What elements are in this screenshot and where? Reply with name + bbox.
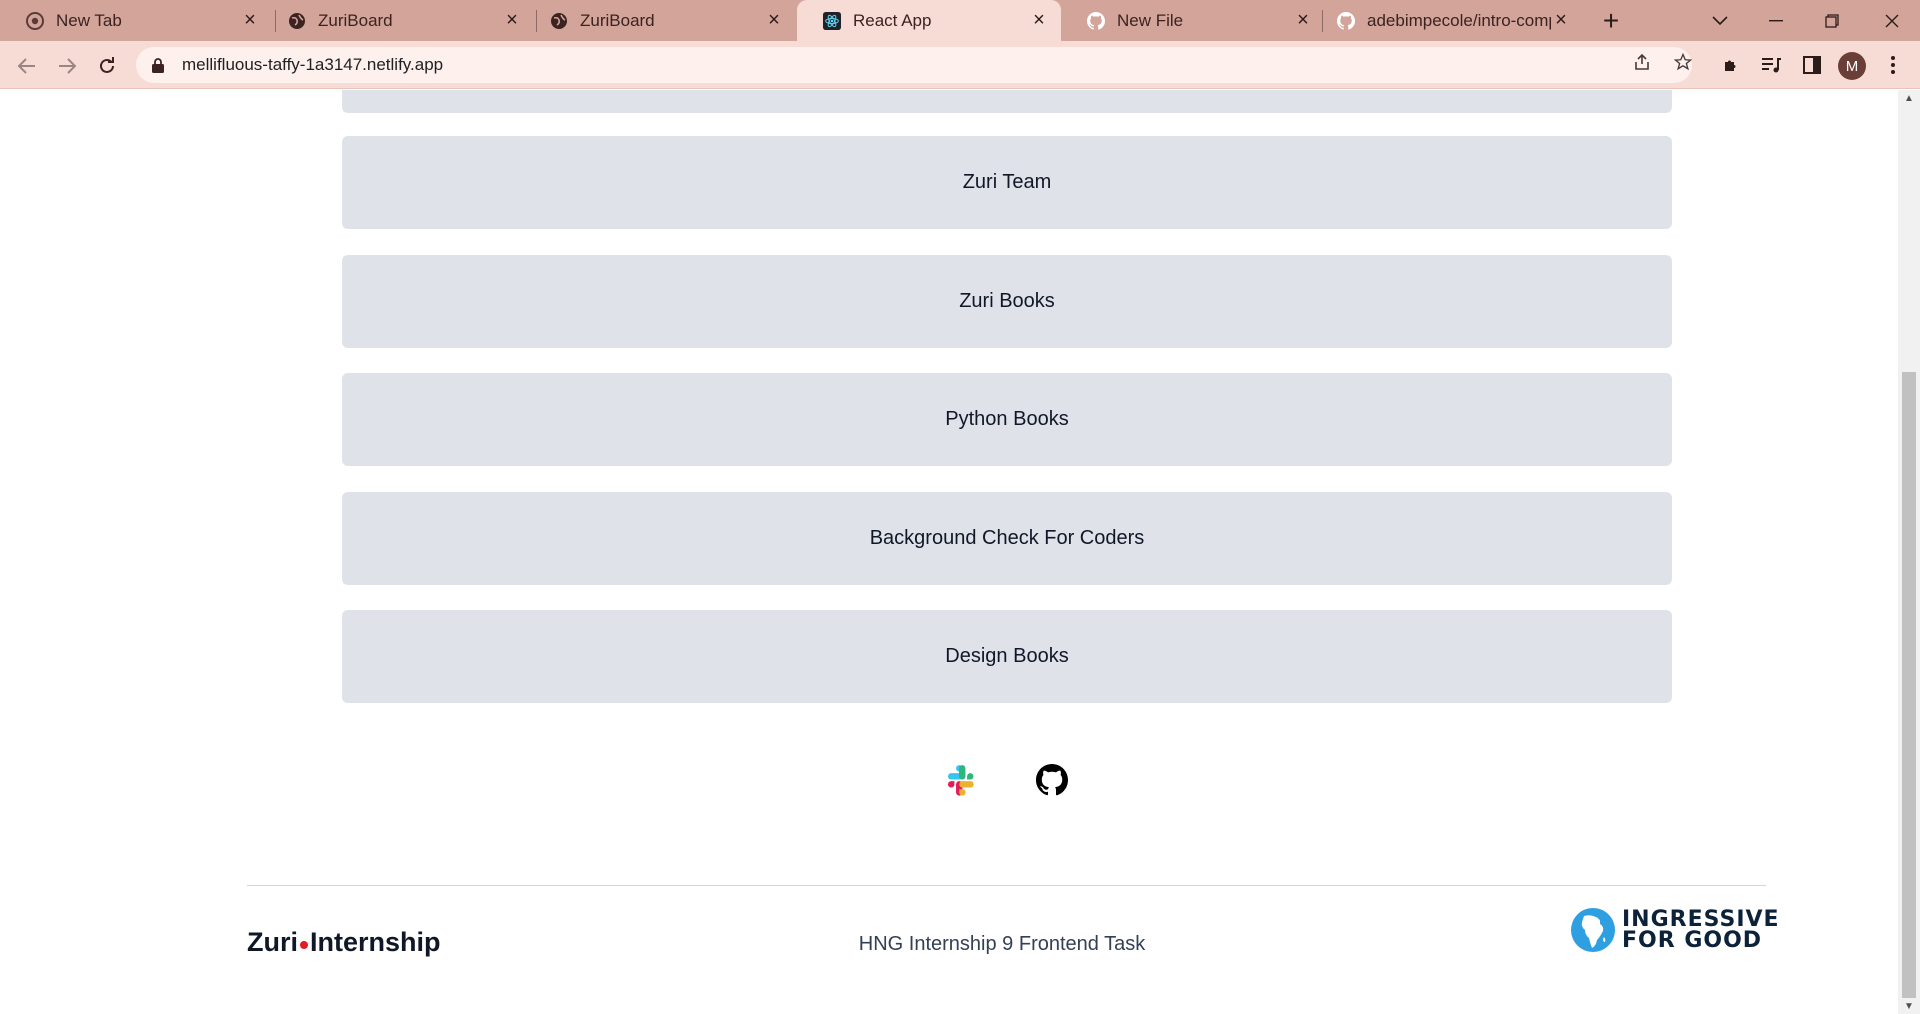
link-zuri-team[interactable]: Zuri Team bbox=[342, 136, 1672, 229]
page-scrollbar[interactable]: ▲ ▼ bbox=[1898, 90, 1920, 1014]
arrow-left-icon bbox=[18, 58, 35, 74]
puzzle-icon bbox=[1725, 60, 1736, 71]
github-icon bbox=[1087, 11, 1105, 30]
share-icon bbox=[1635, 53, 1649, 70]
extensions-button[interactable] bbox=[1716, 50, 1746, 80]
tab-new-tab[interactable]: New Tab × bbox=[0, 0, 272, 41]
media-button[interactable] bbox=[1756, 50, 1786, 80]
star-icon bbox=[1674, 53, 1692, 71]
minimize-button[interactable] bbox=[1748, 0, 1804, 41]
close-icon[interactable]: × bbox=[502, 9, 522, 31]
link-python-books[interactable]: Python Books bbox=[342, 373, 1672, 466]
link-label: Background Check For Coders bbox=[869, 527, 1145, 549]
chrome-icon bbox=[26, 11, 44, 30]
side-panel-button[interactable] bbox=[1797, 50, 1827, 80]
new-tab-button[interactable]: + bbox=[1596, 5, 1626, 36]
tab-react-app[interactable]: React App × bbox=[797, 0, 1061, 41]
close-icon[interactable]: × bbox=[1551, 9, 1571, 31]
tab-title: ZuriBoard bbox=[318, 10, 393, 30]
i4g-line-2: FOR GOOD bbox=[1622, 928, 1763, 953]
react-icon bbox=[823, 11, 841, 30]
close-icon[interactable]: × bbox=[240, 9, 260, 31]
tab-strip: New Tab × ZuriBoard × ZuriBoard × React … bbox=[0, 0, 1920, 41]
tab-title: adebimpecole/intro-compo bbox=[1367, 10, 1551, 30]
link-design-books[interactable]: Design Books bbox=[342, 610, 1672, 703]
tab-title: New Tab bbox=[56, 10, 122, 30]
forward-button[interactable] bbox=[52, 51, 82, 81]
restore-button[interactable] bbox=[1804, 0, 1860, 41]
link-label: Design Books bbox=[945, 645, 1069, 667]
close-icon[interactable]: × bbox=[1029, 9, 1049, 31]
link-label: Zuri Team bbox=[962, 171, 1052, 193]
close-icon[interactable]: × bbox=[1293, 9, 1313, 31]
side-panel-icon bbox=[1803, 56, 1821, 74]
globe-icon bbox=[550, 12, 568, 30]
address-bar[interactable]: mellifluous-taffy-1a3147.netlify.app bbox=[136, 47, 1692, 83]
tab-zuriboard-2[interactable]: ZuriBoard × bbox=[524, 0, 796, 41]
i4g-wordmark: INGRESSIVE FOR GOOD bbox=[1622, 907, 1780, 953]
link-zuri-books[interactable]: Zuri Books bbox=[342, 255, 1672, 348]
tab-title: ZuriBoard bbox=[580, 10, 655, 30]
bookmark-button[interactable] bbox=[1668, 47, 1698, 77]
ingressive-for-good-logo: INGRESSIVE FOR GOOD bbox=[1570, 905, 1780, 955]
github-icon bbox=[1337, 11, 1355, 30]
link-label: Python Books bbox=[945, 408, 1069, 430]
footer-divider bbox=[247, 885, 1766, 886]
playlist-icon bbox=[1762, 58, 1781, 73]
share-button[interactable] bbox=[1627, 47, 1657, 77]
kebab-menu-icon bbox=[1891, 56, 1895, 74]
link-card-partial[interactable] bbox=[342, 90, 1672, 113]
url-text: mellifluous-taffy-1a3147.netlify.app bbox=[182, 55, 444, 74]
close-window-button[interactable] bbox=[1864, 0, 1920, 41]
tab-title: New File bbox=[1117, 10, 1184, 30]
browser-toolbar: mellifluous-taffy-1a3147.netlify.app M bbox=[0, 41, 1920, 89]
social-links bbox=[0, 762, 1898, 802]
globe-africa-icon bbox=[1571, 908, 1615, 952]
back-button[interactable] bbox=[12, 51, 42, 81]
link-background-check[interactable]: Background Check For Coders bbox=[342, 492, 1672, 585]
tab-github-repo[interactable]: adebimpecole/intro-compo × bbox=[1311, 0, 1583, 41]
link-label: Zuri Books bbox=[959, 290, 1055, 312]
github-icon[interactable] bbox=[1034, 762, 1070, 798]
tab-zuriboard-1[interactable]: ZuriBoard × bbox=[262, 0, 534, 41]
tab-search-button[interactable] bbox=[1692, 0, 1748, 41]
scroll-up-arrow[interactable]: ▲ bbox=[1898, 90, 1920, 106]
scroll-thumb[interactable] bbox=[1902, 372, 1916, 998]
avatar[interactable]: M bbox=[1838, 52, 1866, 80]
reload-icon bbox=[100, 57, 114, 73]
slack-icon[interactable] bbox=[941, 762, 977, 798]
i4g-line-1: INGRESSIVE bbox=[1622, 907, 1780, 932]
page-viewport: Zuri Team Zuri Books Python Books Backgr… bbox=[0, 90, 1898, 1014]
arrow-right-icon bbox=[59, 58, 76, 74]
tab-new-file[interactable]: New File × bbox=[1061, 0, 1325, 41]
globe-icon bbox=[288, 12, 306, 30]
chevron-down-icon bbox=[1712, 15, 1728, 25]
scroll-down-arrow[interactable]: ▼ bbox=[1898, 998, 1920, 1014]
close-icon[interactable]: × bbox=[764, 9, 784, 31]
reload-button[interactable] bbox=[92, 51, 122, 81]
menu-button[interactable] bbox=[1878, 50, 1908, 80]
tab-title: React App bbox=[853, 10, 932, 30]
lock-icon bbox=[150, 56, 166, 74]
